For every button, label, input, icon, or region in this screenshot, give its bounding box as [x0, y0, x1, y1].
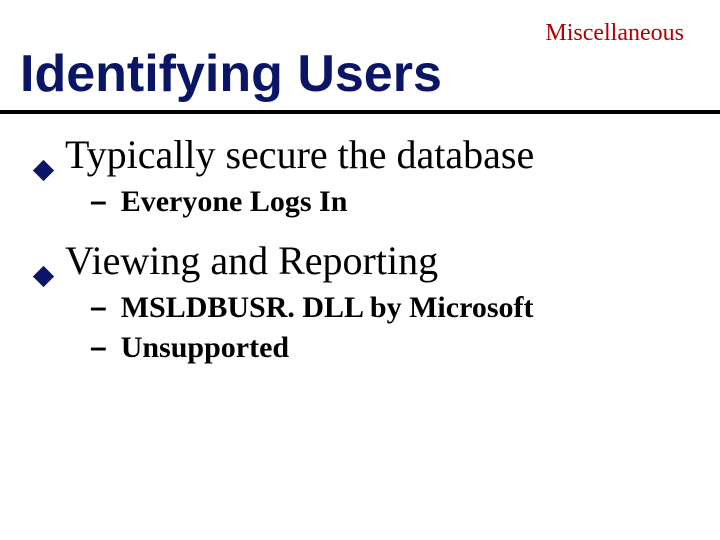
sub-item: – Unsupported — [90, 330, 684, 366]
sub-item: – MSLDBUSR. DLL by Microsoft — [90, 290, 684, 326]
diamond-bullet-icon — [33, 266, 54, 287]
diamond-bullet-icon — [33, 160, 54, 181]
bullet-item: Viewing and Reporting — [36, 238, 684, 284]
sub-text: MSLDBUSR. DLL by Microsoft — [121, 290, 534, 326]
slide-title: Identifying Users — [20, 44, 442, 104]
bullet-text: Typically secure the database — [65, 132, 534, 178]
dash-bullet-icon: – — [90, 291, 107, 325]
slide-body: Typically secure the database – Everyone… — [36, 132, 684, 384]
sub-text: Everyone Logs In — [121, 184, 348, 220]
dash-bullet-icon: – — [90, 331, 107, 365]
sub-item: – Everyone Logs In — [90, 184, 684, 220]
sub-text: Unsupported — [121, 330, 289, 366]
sub-list: – Everyone Logs In — [90, 184, 684, 220]
title-underline — [0, 110, 720, 114]
dash-bullet-icon: – — [90, 185, 107, 219]
bullet-text: Viewing and Reporting — [65, 238, 438, 284]
sub-list: – MSLDBUSR. DLL by Microsoft – Unsupport… — [90, 290, 684, 366]
section-topic: Miscellaneous — [545, 20, 684, 47]
bullet-item: Typically secure the database — [36, 132, 684, 178]
slide: Miscellaneous Identifying Users Typicall… — [0, 0, 720, 540]
